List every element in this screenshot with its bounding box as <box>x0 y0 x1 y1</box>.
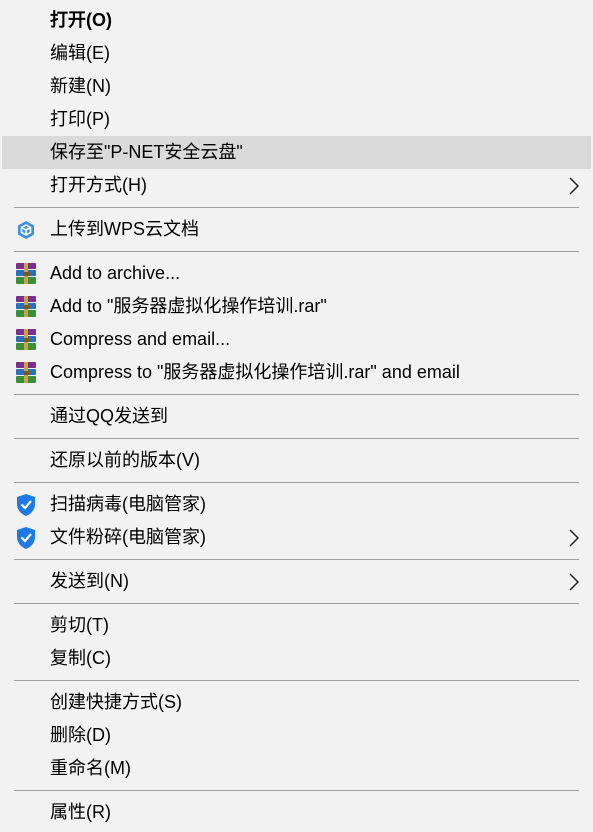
menu-item-new[interactable]: 新建(N) <box>2 70 591 103</box>
menu-separator <box>14 603 579 604</box>
menu-item-label: 剪切(T) <box>50 615 109 635</box>
menu-separator <box>14 207 579 208</box>
menu-separator <box>14 251 579 252</box>
menu-item-label: Add to "服务器虚拟化操作培训.rar" <box>50 296 327 316</box>
menu-item-label: 重命名(M) <box>50 758 131 778</box>
menu-item-compress-and-email[interactable]: Compress and email... <box>2 323 591 356</box>
tencent-pc-manager-icon <box>17 494 35 516</box>
menu-separator <box>14 790 579 791</box>
menu-item-label: 属性(R) <box>50 802 111 822</box>
winrar-icon <box>16 296 36 317</box>
menu-item-label: 保存至"P-NET安全云盘" <box>50 142 243 162</box>
menu-item-delete[interactable]: 删除(D) <box>2 719 591 752</box>
context-menu: 打开(O) 编辑(E) 新建(N) 打印(P) 保存至"P-NET安全云盘" 打… <box>0 0 593 832</box>
menu-separator <box>14 680 579 681</box>
chevron-right-icon <box>569 529 580 547</box>
menu-item-upload-wps[interactable]: 上传到WPS云文档 <box>2 213 591 246</box>
menu-item-scan-virus[interactable]: 扫描病毒(电脑管家) <box>2 488 591 521</box>
menu-item-add-to-rar[interactable]: Add to "服务器虚拟化操作培训.rar" <box>2 290 591 323</box>
menu-item-print[interactable]: 打印(P) <box>2 103 591 136</box>
menu-item-label: 文件粉碎(电脑管家) <box>50 527 206 547</box>
menu-item-create-shortcut[interactable]: 创建快捷方式(S) <box>2 686 591 719</box>
menu-item-label: 打印(P) <box>50 109 110 129</box>
menu-item-restore-previous-versions[interactable]: 还原以前的版本(V) <box>2 444 591 477</box>
menu-item-label: 还原以前的版本(V) <box>50 450 200 470</box>
menu-separator <box>14 482 579 483</box>
menu-item-label: 上传到WPS云文档 <box>50 219 200 239</box>
winrar-icon <box>16 329 36 350</box>
menu-item-label: Compress and email... <box>50 329 231 349</box>
winrar-icon <box>16 263 36 284</box>
menu-item-send-via-qq[interactable]: 通过QQ发送到 <box>2 400 591 433</box>
menu-item-edit[interactable]: 编辑(E) <box>2 37 591 70</box>
menu-item-label: 新建(N) <box>50 76 111 96</box>
menu-item-label: Compress to "服务器虚拟化操作培训.rar" and email <box>50 362 460 382</box>
menu-separator <box>14 438 579 439</box>
chevron-right-icon <box>569 177 580 195</box>
menu-item-label: 删除(D) <box>50 725 111 745</box>
menu-item-label: 复制(C) <box>50 648 111 668</box>
menu-item-file-shredder[interactable]: 文件粉碎(电脑管家) <box>2 521 591 554</box>
menu-item-open[interactable]: 打开(O) <box>2 4 591 37</box>
menu-item-label: 打开方式(H) <box>50 175 147 195</box>
menu-item-copy[interactable]: 复制(C) <box>2 642 591 675</box>
menu-item-save-to-pnet[interactable]: 保存至"P-NET安全云盘" <box>2 136 591 169</box>
menu-item-label: 扫描病毒(电脑管家) <box>50 494 206 514</box>
menu-item-compress-to-rar-and-email[interactable]: Compress to "服务器虚拟化操作培训.rar" and email <box>2 356 591 389</box>
menu-separator <box>14 394 579 395</box>
menu-item-label: 编辑(E) <box>50 43 110 63</box>
menu-item-rename[interactable]: 重命名(M) <box>2 752 591 785</box>
menu-item-send-to[interactable]: 发送到(N) <box>2 565 591 598</box>
wps-cloud-icon <box>18 221 34 239</box>
menu-item-properties[interactable]: 属性(R) <box>2 796 591 829</box>
menu-item-open-with[interactable]: 打开方式(H) <box>2 169 591 202</box>
menu-item-label: 创建快捷方式(S) <box>50 692 182 712</box>
menu-item-cut[interactable]: 剪切(T) <box>2 609 591 642</box>
menu-item-add-to-archive[interactable]: Add to archive... <box>2 257 591 290</box>
tencent-pc-manager-icon <box>17 527 35 549</box>
menu-item-label: Add to archive... <box>50 263 181 283</box>
menu-item-label: 打开(O) <box>50 10 112 30</box>
menu-item-label: 发送到(N) <box>50 571 129 591</box>
menu-separator <box>14 559 579 560</box>
menu-item-label: 通过QQ发送到 <box>50 406 169 426</box>
winrar-icon <box>16 362 36 383</box>
chevron-right-icon <box>569 573 580 591</box>
